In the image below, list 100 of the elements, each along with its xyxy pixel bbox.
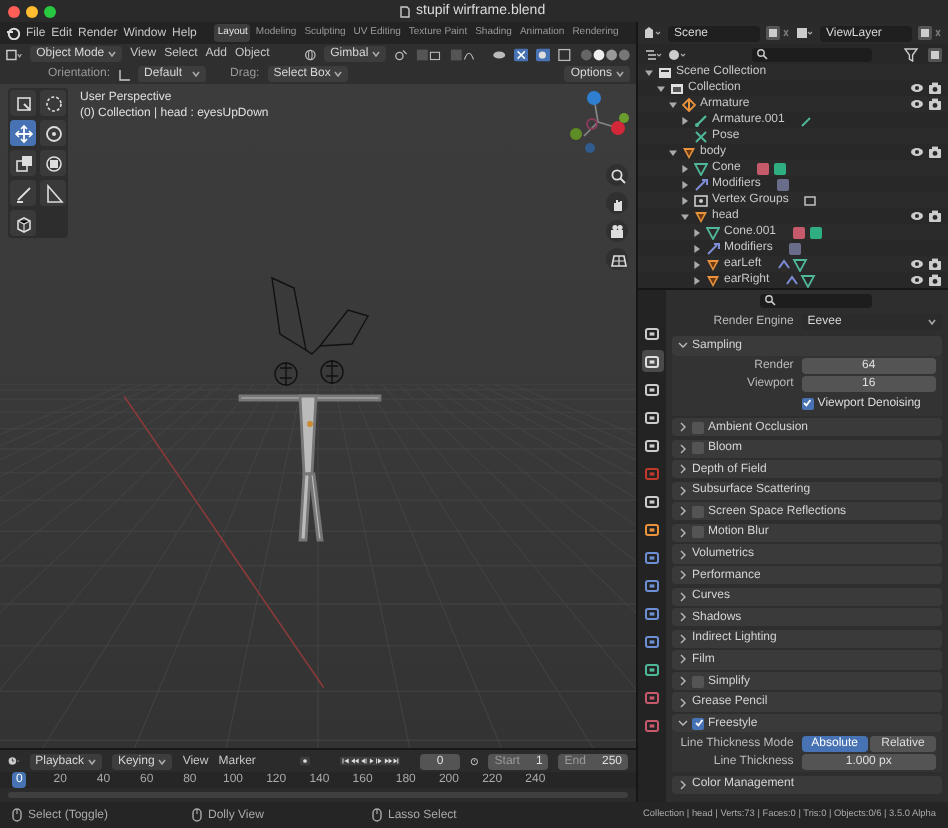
panel-checkbox[interactable] <box>692 421 704 434</box>
eye-icon[interactable] <box>910 210 924 222</box>
select-tool-button[interactable] <box>10 90 36 116</box>
collapse-arrow[interactable] <box>680 211 690 221</box>
mouse-icon <box>372 808 382 822</box>
overlay-toggle-icon[interactable] <box>536 47 551 61</box>
particles-tab[interactable] <box>641 574 663 596</box>
cursor-icon <box>43 93 63 113</box>
mesh-icon <box>706 225 720 239</box>
panel-checkbox[interactable] <box>692 717 704 730</box>
expand-arrow[interactable] <box>680 115 690 125</box>
panel-checkbox[interactable] <box>692 505 704 518</box>
modifier-tab[interactable] <box>641 546 663 568</box>
collapse-arrow[interactable] <box>656 83 666 93</box>
xray-icon[interactable] <box>558 47 572 61</box>
eye-icon[interactable] <box>910 258 924 270</box>
record-button[interactable] <box>300 754 311 768</box>
editor-type-icon[interactable] <box>6 47 23 61</box>
minimize-button[interactable] <box>26 5 38 17</box>
filter-icon[interactable] <box>904 47 922 61</box>
pose-icon <box>694 129 708 143</box>
zoom-button[interactable] <box>44 5 56 17</box>
tool-tab[interactable] <box>641 322 663 344</box>
blender-logo-icon[interactable] <box>6 26 20 40</box>
scene-tab[interactable] <box>641 434 663 456</box>
data-tab[interactable] <box>641 658 663 680</box>
expand-arrow[interactable] <box>692 275 702 285</box>
scale-icon <box>13 153 33 173</box>
texture-tab[interactable] <box>641 714 663 736</box>
expand-arrow[interactable] <box>692 243 702 253</box>
caret-icon <box>616 70 624 78</box>
filter-options-icon[interactable] <box>668 47 686 61</box>
output-tab[interactable] <box>641 378 663 400</box>
measure-tool-button[interactable] <box>40 180 66 206</box>
camera-icon[interactable] <box>928 258 942 270</box>
collapse-arrow[interactable] <box>644 67 654 77</box>
new-scene-icon[interactable] <box>766 26 790 40</box>
expand-arrow[interactable] <box>692 259 702 269</box>
transform-tool-button[interactable] <box>40 150 66 176</box>
camera-icon[interactable] <box>928 274 942 286</box>
zoom-icon <box>607 165 627 185</box>
playback-controls[interactable] <box>340 754 401 768</box>
camera-icon[interactable] <box>928 146 942 158</box>
view-layer-icon[interactable] <box>796 26 814 40</box>
eye-icon[interactable] <box>910 98 924 110</box>
cube-tool-button[interactable] <box>10 210 36 236</box>
proportional-icon[interactable] <box>450 47 476 61</box>
material-tab[interactable] <box>641 686 663 708</box>
expand-arrow[interactable] <box>680 195 690 205</box>
outliner-search-field[interactable] <box>752 47 872 61</box>
panel-checkbox[interactable] <box>692 675 704 687</box>
grid-icon <box>607 249 627 269</box>
render-tab[interactable] <box>641 350 663 372</box>
annotate-tool-button[interactable] <box>10 180 36 206</box>
bone-icon <box>694 113 708 127</box>
camera-button[interactable] <box>606 220 628 242</box>
new-collection-icon[interactable] <box>928 47 942 61</box>
grid-button[interactable] <box>606 248 628 270</box>
file-icon <box>400 5 410 17</box>
collapse-arrow[interactable] <box>668 99 678 109</box>
collection-tab[interactable] <box>641 490 663 512</box>
close-button[interactable] <box>8 5 20 17</box>
object-tab[interactable] <box>641 518 663 540</box>
eye-icon[interactable] <box>910 146 924 158</box>
collapse-arrow[interactable] <box>668 147 678 157</box>
panel-checkbox[interactable] <box>692 526 704 539</box>
checkbox[interactable] <box>801 397 814 410</box>
caret-icon <box>158 757 167 765</box>
snap-icon[interactable] <box>416 47 443 61</box>
expand-arrow[interactable] <box>680 179 690 189</box>
rotate-tool-button[interactable] <box>40 120 66 146</box>
eye-icon[interactable] <box>910 82 924 94</box>
camera-icon[interactable] <box>928 82 942 94</box>
expand-arrow[interactable] <box>692 227 702 237</box>
stopwatch-icon[interactable] <box>469 754 479 768</box>
search-icon <box>764 294 776 306</box>
scale-tool-button[interactable] <box>10 150 36 176</box>
cursor-tool-button[interactable] <box>40 90 66 116</box>
expand-arrow[interactable] <box>680 163 690 173</box>
panel-checkbox[interactable] <box>692 442 704 455</box>
visibility-icon[interactable] <box>491 47 506 61</box>
mouse-icon <box>192 808 202 822</box>
move-tool-button[interactable] <box>10 120 36 146</box>
gizmo-toggle-icon[interactable] <box>513 47 529 61</box>
new-layer-icon[interactable] <box>918 26 942 40</box>
pivot-icon[interactable] <box>394 47 409 61</box>
hand-button[interactable] <box>606 192 628 214</box>
view-tab[interactable] <box>641 406 663 428</box>
constraint-tab[interactable] <box>641 630 663 652</box>
clock-icon[interactable] <box>8 754 20 768</box>
physics-tab[interactable] <box>641 602 663 624</box>
eye-icon[interactable] <box>910 274 924 286</box>
properties-search-field[interactable] <box>760 293 872 307</box>
camera-icon[interactable] <box>928 98 942 110</box>
shading-modes-icon[interactable] <box>579 47 631 61</box>
rotate-icon <box>43 123 63 143</box>
mouse-icon <box>12 808 22 822</box>
display-mode-icon[interactable] <box>644 47 662 61</box>
zoom-button[interactable] <box>606 164 628 186</box>
camera-icon[interactable] <box>928 210 942 222</box>
